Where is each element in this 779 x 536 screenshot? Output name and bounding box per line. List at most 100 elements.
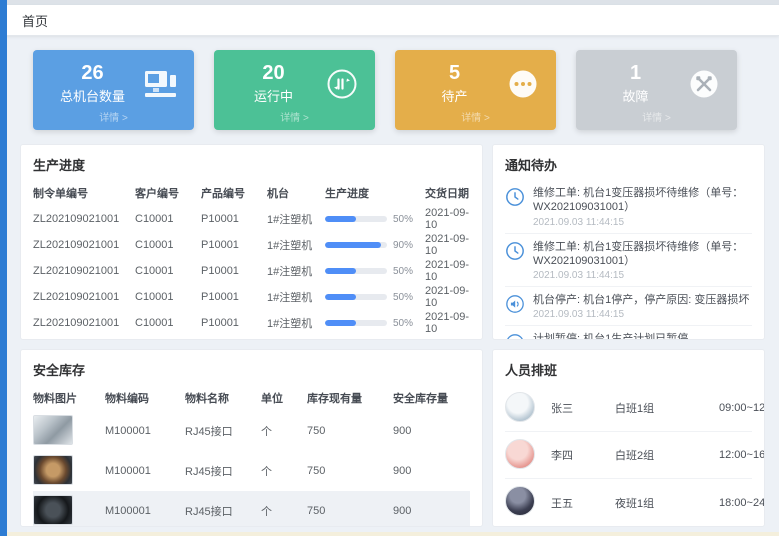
notice-item[interactable]: 计划暂停: 机台1生产计划已暂停 2021.09.03 11:44:15	[505, 326, 752, 340]
table-row: M100001 RJ45接口 个 750 900	[33, 491, 470, 527]
progress-cell: 50%	[325, 318, 425, 329]
safety-qty-cell: 900	[393, 425, 473, 437]
staff-schedule-title: 人员排班	[505, 360, 752, 379]
unit-cell: 个	[261, 423, 307, 439]
progress-cell: 90%	[325, 240, 425, 251]
staff-name: 张三	[551, 400, 615, 416]
safety-stock-title: 安全库存	[33, 360, 470, 379]
stat-label: 故障	[586, 86, 685, 105]
running-icon	[323, 66, 361, 102]
customer-no-cell: C10001	[135, 291, 201, 303]
stat-value: 20	[224, 62, 323, 84]
order-no-cell: ZL202109021001	[33, 291, 135, 303]
clock-icon	[505, 187, 525, 207]
material-code-cell: M100001	[105, 505, 185, 517]
column-header: 库存现有量	[307, 390, 393, 406]
current-qty-cell: 750	[307, 505, 393, 517]
material-name-cell: RJ45接口	[185, 503, 261, 519]
notices-title: 通知待办	[505, 155, 752, 174]
coil-photo	[33, 455, 73, 485]
column-header: 物料编码	[105, 390, 185, 406]
progress-bar	[325, 268, 387, 274]
notice-timestamp: 2021.09.03 11:44:15	[533, 270, 752, 281]
progress-percent: 50%	[393, 266, 413, 277]
detail-link[interactable]: 详情 >	[395, 109, 556, 130]
column-header: 产品编号	[201, 185, 267, 201]
order-no-cell: ZL202109021001	[33, 213, 135, 225]
column-header: 单位	[261, 390, 307, 406]
material-name-cell: RJ45接口	[185, 463, 261, 479]
safety-qty-cell: 900	[393, 465, 473, 477]
detail-link[interactable]: 详情 >	[576, 109, 737, 130]
stat-card-total-machines[interactable]: 26 总机台数量 详情 >	[33, 50, 194, 130]
notice-item[interactable]: 维修工单: 机台1变压器损坏待维修（单号：WX202109031001） 202…	[505, 180, 752, 234]
safety-qty-cell: 900	[393, 505, 473, 517]
notice-text: 机台停产: 机台1停产，停产原因: 变压器损坏	[533, 293, 749, 307]
progress-cell: 50%	[325, 292, 425, 303]
progress-percent: 50%	[393, 292, 413, 303]
rj45-connector-photo	[33, 415, 73, 445]
stat-card-waiting[interactable]: 5 待产 详情 >	[395, 50, 556, 130]
unit-cell: 个	[261, 463, 307, 479]
machine-cell: 1#注塑机	[267, 263, 325, 279]
progress-percent: 50%	[393, 214, 413, 225]
staff-schedule-panel: 人员排班 张三 白班1组 09:00~12:00 李四 白班2组 12:00~1…	[492, 349, 765, 527]
product-no-cell: P10001	[201, 317, 267, 329]
notice-text: 维修工单: 机台1变压器损坏待维修（单号：WX202109031001）	[533, 186, 752, 215]
notice-text: 维修工单: 机台1变压器损坏待维修（单号：WX202109031001）	[533, 240, 752, 269]
stat-card-fault[interactable]: 1 故障 详情 >	[576, 50, 737, 130]
production-progress-title: 生产进度	[33, 155, 470, 174]
notice-item[interactable]: 机台停产: 机台1停产，停产原因: 变压器损坏 2021.09.03 11:44…	[505, 287, 752, 326]
table-row: ZL202109021001 C10001 P10001 1#注塑机 50% 2…	[33, 258, 470, 284]
table-row: M100001 RJ45接口 个 750 900	[33, 451, 470, 491]
stat-value: 1	[586, 62, 685, 84]
material-code-cell: M100001	[105, 425, 185, 437]
stat-value: 26	[43, 62, 142, 84]
progress-bar	[325, 320, 387, 326]
staff-shift: 白班1组	[615, 400, 719, 416]
progress-percent: 90%	[393, 240, 413, 251]
table-row: M100001 RJ45接口 个 750 900	[33, 411, 470, 451]
page-content: 26 总机台数量 详情 > 20	[7, 36, 779, 527]
progress-percent: 50%	[393, 318, 413, 329]
staff-time: 12:00~16:00	[719, 449, 765, 461]
order-no-cell: ZL202109021001	[33, 239, 135, 251]
stat-value: 5	[405, 62, 504, 84]
product-no-cell: P10001	[201, 239, 267, 251]
product-no-cell: P10001	[201, 265, 267, 277]
current-qty-cell: 750	[307, 425, 393, 437]
fault-tools-icon	[685, 66, 723, 102]
stat-card-running[interactable]: 20 运行中 详情 >	[214, 50, 375, 130]
progress-cell: 50%	[325, 266, 425, 277]
customer-no-cell: C10001	[135, 265, 201, 277]
customer-no-cell: C10001	[135, 213, 201, 225]
progress-bar	[325, 216, 387, 222]
delivery-date-cell: 2021-09-10	[425, 233, 481, 257]
staff-row: 张三 白班1组 09:00~12:00	[505, 385, 752, 432]
stat-label: 待产	[405, 86, 504, 105]
table-row: ZL202109021001 C10001 P10001 1#注塑机 50% 2…	[33, 284, 470, 310]
stat-label: 总机台数量	[43, 86, 142, 105]
staff-row: 王五 夜班1组 18:00~24:00	[505, 479, 752, 526]
notice-item[interactable]: 维修工单: 机台1变压器损坏待维修（单号：WX202109031001） 202…	[505, 234, 752, 288]
progress-cell: 50%	[325, 214, 425, 225]
table-row: ZL202109021001 C10001 P10001 1#注塑机 50% 2…	[33, 206, 470, 232]
speaker-icon	[505, 333, 525, 340]
column-header: 安全库存量	[393, 390, 473, 406]
speaker-photo	[33, 495, 73, 525]
staff-time: 09:00~12:00	[719, 402, 765, 414]
staff-time: 18:00~24:00	[719, 497, 765, 509]
stat-cards-row: 26 总机台数量 详情 > 20	[20, 50, 765, 130]
stat-label: 运行中	[224, 86, 323, 105]
notice-timestamp: 2021.09.03 11:44:15	[533, 309, 749, 320]
delivery-date-cell: 2021-09-10	[425, 311, 481, 335]
detail-link[interactable]: 详情 >	[214, 109, 375, 130]
column-header: 物料图片	[33, 390, 105, 406]
clock-icon	[505, 241, 525, 261]
current-qty-cell: 750	[307, 465, 393, 477]
page-bottom-edge	[0, 532, 779, 536]
staff-shift: 夜班1组	[615, 495, 719, 511]
detail-link[interactable]: 详情 >	[33, 109, 194, 130]
delivery-date-cell: 2021-09-10	[425, 285, 481, 309]
page-title: 首页	[22, 11, 48, 30]
